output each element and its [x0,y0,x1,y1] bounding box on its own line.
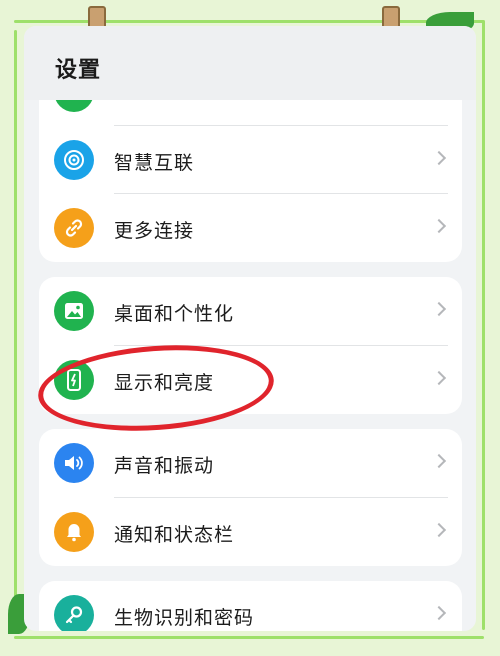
chevron-right-icon [431,605,447,621]
chevron-right-icon [431,301,447,317]
chevron-right-icon [431,370,447,386]
header: 设置 [24,26,476,100]
image-icon [54,291,94,331]
settings-item-label: 更多连接 [114,220,195,242]
decor-frame-top [14,20,484,23]
settings-item-label: 桌面和个性化 [114,303,235,325]
chevron-right-icon [431,218,447,234]
settings-item-notifications-status-bar[interactable]: 通知和状态栏 [39,498,462,566]
settings-item-smart-connect[interactable]: 智慧互联 [39,126,462,194]
connection-target-icon [54,140,94,180]
key-icon [54,595,94,631]
settings-group-security: 生物识别和密码 [39,581,462,631]
decor-frame-right [482,20,485,630]
settings-item-label: 通知和状态栏 [114,524,235,546]
link-icon [54,208,94,248]
decor-frame-bottom [14,636,484,639]
chevron-right-icon [431,453,447,469]
settings-item-label: 智慧互联 [114,152,195,174]
speaker-icon [54,443,94,483]
bell-icon [54,512,94,552]
settings-item-label: 生物识别和密码 [114,607,255,629]
settings-screen: 设置 智慧互联 更多连接 桌面和个性化 显示和亮度 声音和振动 通知和状态栏 生… [24,26,476,631]
settings-item-more-connections[interactable]: 更多连接 [39,194,462,262]
settings-group-sound-notifications: 声音和振动 通知和状态栏 [39,429,462,566]
settings-item-biometrics-password[interactable]: 生物识别和密码 [39,581,462,631]
page-title: 设置 [55,58,102,83]
chevron-right-icon [431,150,447,166]
settings-item-sound-vibration[interactable]: 声音和振动 [39,429,462,497]
settings-item-label: 声音和振动 [114,455,215,477]
settings-item-desktop-personalization[interactable]: 桌面和个性化 [39,277,462,345]
chevron-right-icon [431,522,447,538]
decor-frame-left [14,30,17,630]
